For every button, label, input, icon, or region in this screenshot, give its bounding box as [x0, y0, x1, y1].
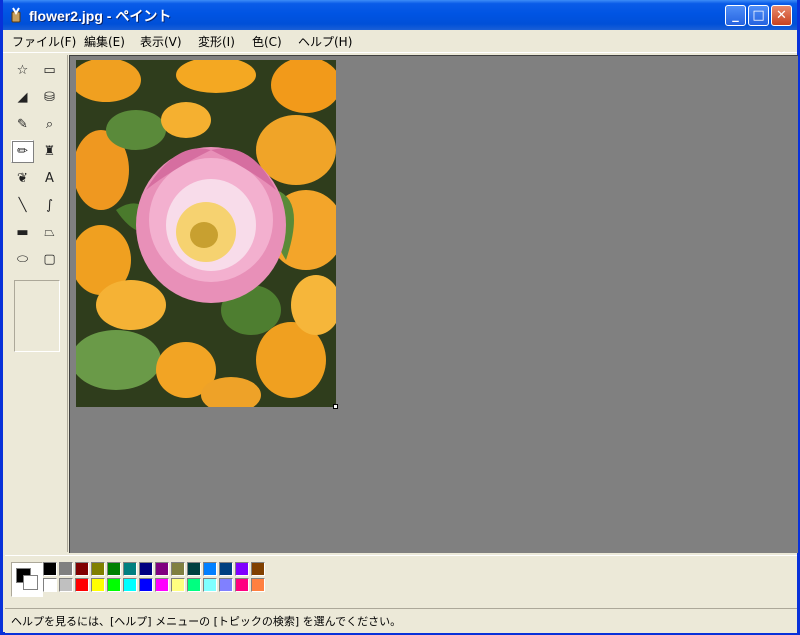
eraser-icon[interactable]: ◢ — [11, 86, 34, 109]
palette-swatch[interactable] — [187, 562, 201, 576]
rect-select-icon[interactable]: ▭ — [38, 59, 61, 82]
background-color[interactable] — [23, 575, 38, 590]
fill-bucket-icon[interactable]: ⛁ — [38, 86, 61, 109]
status-bar: ヘルプを見るには、[ヘルプ] メニューの [トピックの検索] を選んでください。 — [5, 608, 797, 633]
palette-swatch[interactable] — [59, 562, 73, 576]
polygon-icon[interactable]: ⏢ — [38, 221, 61, 244]
palette-swatch[interactable] — [171, 578, 185, 592]
pencil-icon[interactable]: ✏ — [11, 140, 34, 163]
palette-swatch[interactable] — [203, 562, 217, 576]
palette-swatch[interactable] — [107, 562, 121, 576]
line-icon[interactable]: ╲ — [11, 194, 34, 217]
magnifier-icon[interactable]: ⌕ — [38, 113, 61, 136]
canvas-resize-handle[interactable] — [333, 404, 338, 409]
close-button[interactable]: ✕ — [771, 5, 792, 26]
current-colors[interactable] — [11, 562, 43, 597]
palette-swatch[interactable] — [171, 562, 185, 576]
palette-swatch[interactable] — [43, 562, 57, 576]
palette-swatch[interactable] — [235, 578, 249, 592]
palette-swatch[interactable] — [187, 578, 201, 592]
title-bar[interactable]: flower2.jpg - ペイント _ □ ✕ — [3, 0, 797, 30]
ellipse-icon[interactable]: ⬭ — [11, 248, 34, 271]
palette-swatch[interactable] — [219, 562, 233, 576]
brush-icon[interactable]: ♜ — [38, 140, 61, 163]
menu-image[interactable]: 変形(I) — [195, 33, 238, 50]
curve-icon[interactable]: ∫ — [38, 194, 61, 217]
palette-swatch[interactable] — [155, 562, 169, 576]
palette-swatch[interactable] — [139, 578, 153, 592]
palette-swatch[interactable] — [91, 578, 105, 592]
palette-swatch[interactable] — [123, 562, 137, 576]
palette-swatch[interactable] — [91, 562, 105, 576]
color-picker-icon[interactable]: ✎ — [11, 113, 34, 136]
menu-view[interactable]: 表示(V) — [137, 33, 185, 50]
palette-swatch[interactable] — [75, 562, 89, 576]
palette-swatch[interactable] — [219, 578, 233, 592]
image-canvas[interactable] — [76, 60, 336, 407]
palette-swatch[interactable] — [203, 578, 217, 592]
menu-file[interactable]: ファイル(F) — [9, 33, 79, 50]
color-palette — [5, 555, 797, 606]
palette-swatch[interactable] — [75, 578, 89, 592]
paint-window: flower2.jpg - ペイント _ □ ✕ ファイル(F) 編集(E) 表… — [0, 0, 800, 635]
palette-swatch[interactable] — [43, 578, 57, 592]
canvas-area[interactable] — [69, 55, 798, 553]
status-text: ヘルプを見るには、[ヘルプ] メニューの [トピックの検索] を選んでください。 — [11, 615, 402, 628]
palette-swatch[interactable] — [251, 562, 265, 576]
palette-swatch[interactable] — [123, 578, 137, 592]
toolbox: ☆ ▭ ◢ ⛁ ✎ ⌕ ✏ ♜ ❦ A ╲ ∫ ▬ ⏢ ⬭ ▢ — [5, 55, 68, 552]
palette-swatch[interactable] — [139, 562, 153, 576]
rounded-rect-icon[interactable]: ▢ — [38, 248, 61, 271]
maximize-button[interactable]: □ — [748, 5, 769, 26]
palette-swatch[interactable] — [59, 578, 73, 592]
palette-swatch[interactable] — [235, 562, 249, 576]
airbrush-icon[interactable]: ❦ — [11, 167, 34, 190]
palette-swatch[interactable] — [251, 578, 265, 592]
rectangle-icon[interactable]: ▬ — [11, 221, 34, 244]
paint-app-icon — [11, 7, 21, 23]
palette-swatch[interactable] — [107, 578, 121, 592]
minimize-button[interactable]: _ — [725, 5, 746, 26]
flower-photo — [76, 60, 336, 407]
palette-swatch[interactable] — [155, 578, 169, 592]
text-icon[interactable]: A — [38, 167, 61, 190]
menu-edit[interactable]: 編集(E) — [81, 33, 128, 50]
menu-help[interactable]: ヘルプ(H) — [295, 33, 355, 50]
menu-bar: ファイル(F) 編集(E) 表示(V) 変形(I) 色(C) ヘルプ(H) — [3, 30, 797, 53]
tool-options-box[interactable] — [14, 280, 60, 352]
menu-colors[interactable]: 色(C) — [249, 33, 285, 50]
window-title: flower2.jpg - ペイント — [29, 8, 172, 24]
free-form-select-icon[interactable]: ☆ — [11, 59, 34, 82]
